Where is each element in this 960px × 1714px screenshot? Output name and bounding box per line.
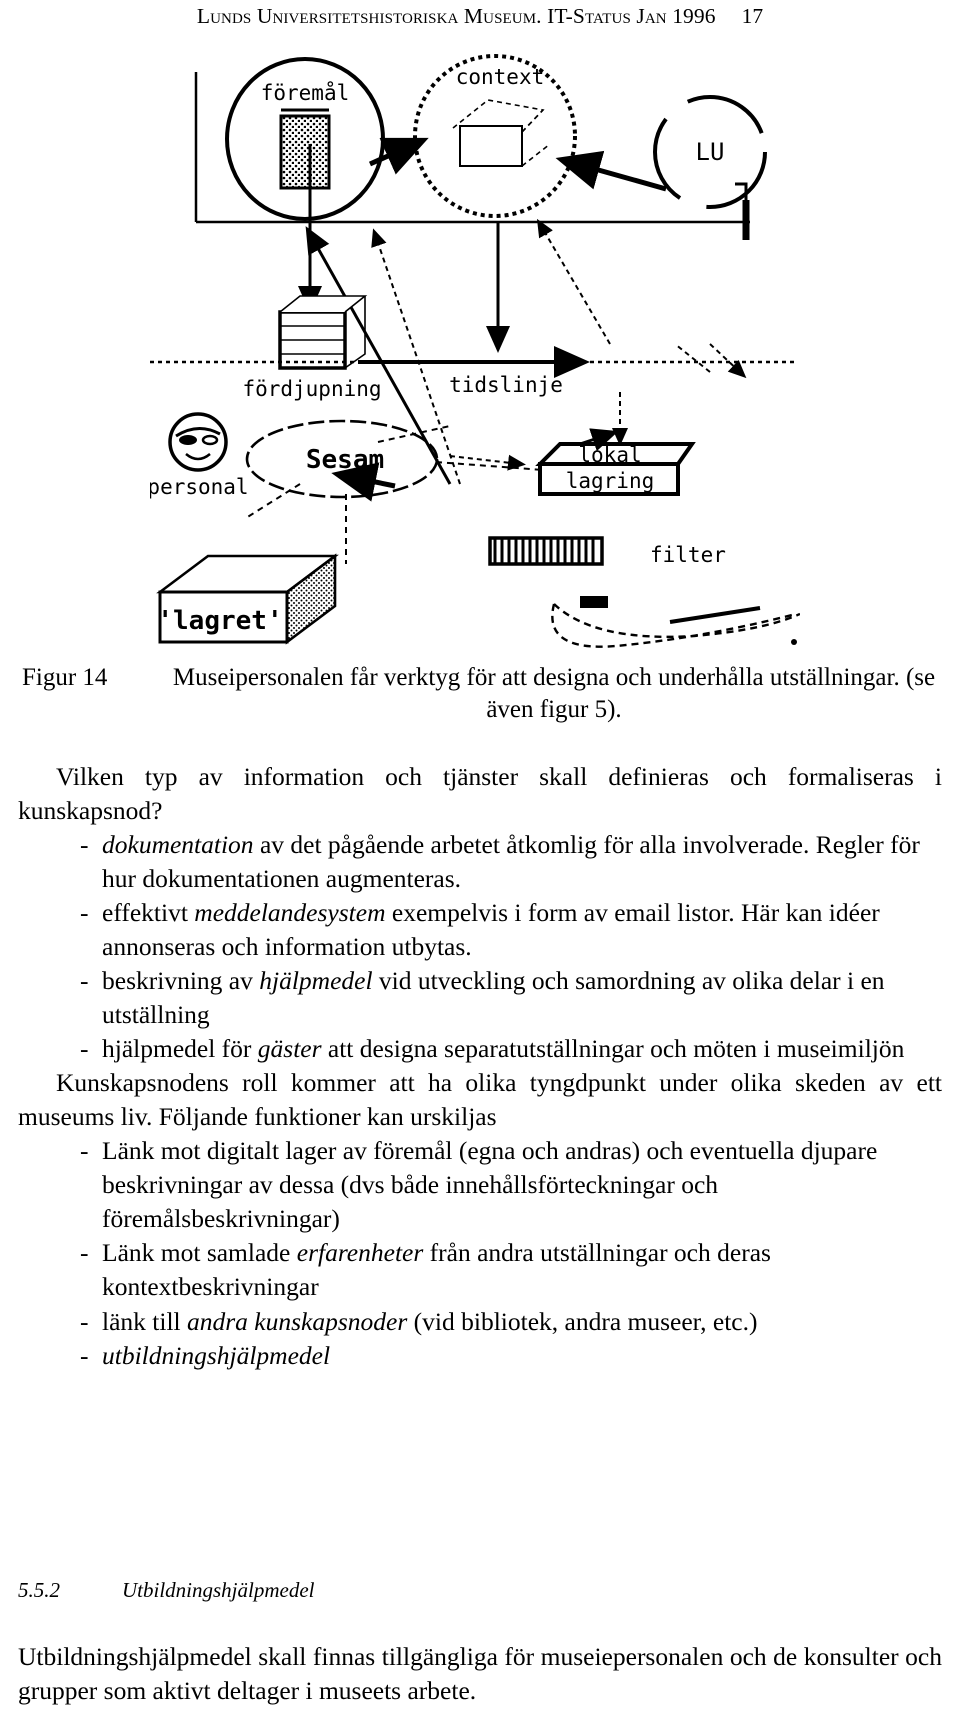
context-node: context — [413, 54, 577, 218]
pointer-swoosh — [551, 596, 800, 648]
bullet-emphasis: gäster — [257, 1034, 322, 1064]
section-number: 5.5.2 — [18, 1578, 60, 1602]
tidslinje-label: tidslinje — [449, 373, 563, 397]
list-item: beskrivning av hjälpmedel vid utveckling… — [18, 964, 942, 1032]
list-item: hjälpmedel för gäster att designa separa… — [18, 1032, 942, 1066]
lu-node: LU — [653, 95, 767, 209]
list-item: Länk mot digitalt lager av föremål (egna… — [18, 1134, 942, 1236]
bullet-prefix: Länk mot samlade — [102, 1238, 297, 1268]
body-text: Vilken typ av information och tjänster s… — [18, 760, 942, 1373]
section-title: Utbildningshjälpmedel — [122, 1578, 315, 1602]
filter-node: filter — [488, 536, 726, 567]
bullet-emphasis: hjälpmedel — [259, 966, 373, 996]
bullet-prefix: effektivt — [102, 898, 195, 928]
section-heading: 5.5.2 Utbildningshjälpmedel — [18, 1578, 942, 1603]
tidslinje-node: tidslinje — [150, 222, 798, 397]
personal-node: personal — [150, 412, 249, 499]
bullet-rest: (vid bibliotek, andra museer, etc.) — [407, 1306, 758, 1336]
list-item: dokumentation av det pågående arbetet åt… — [18, 828, 942, 896]
bullet-emphasis: utbildningshjälpmedel — [102, 1340, 331, 1370]
sesam-label: Sesam — [306, 445, 384, 475]
intro-paragraph: Vilken typ av information och tjänster s… — [18, 762, 942, 826]
bullet-emphasis: meddelandesystem — [194, 898, 386, 928]
bullet-prefix: beskrivning av — [102, 966, 260, 996]
lagring-label: lagring — [566, 469, 655, 493]
header-inner: Lunds Universitetshistoriska Museum. IT-… — [196, 4, 764, 28]
page-header: Lunds Universitetshistoriska Museum. IT-… — [0, 4, 960, 40]
bullet-list-first: dokumentation av det pågående arbetet åt… — [18, 828, 942, 1066]
lokal-label: lokal — [578, 443, 641, 467]
bullet-rest: att designa separatutställningar och möt… — [321, 1034, 905, 1064]
foremal-node: föremål — [225, 57, 385, 221]
bullet-prefix: länk till — [102, 1306, 187, 1336]
lu-label: LU — [696, 138, 725, 166]
middle-paragraph: Kunskapsnodens roll kommer att ha olika … — [18, 1068, 942, 1132]
filter-label: filter — [650, 543, 726, 567]
bullet-emphasis: dokumentation — [102, 830, 254, 860]
lagret-label: 'lagret' — [157, 606, 282, 636]
figure-14-diagram: föremål context LU fördjupning tidslinje… — [150, 44, 800, 654]
bullet-emphasis: erfarenheter — [296, 1238, 424, 1268]
page-title: Lunds Universitetshistoriska Museum. IT-… — [196, 4, 716, 28]
page-number: 17 — [741, 4, 764, 28]
list-item: effektivt meddelandesystem exempelvis i … — [18, 896, 942, 964]
bullet-prefix: Länk mot digitalt lager av föremål (egna… — [102, 1136, 878, 1234]
foremal-label: föremål — [261, 80, 350, 105]
closing-paragraph: Utbildningshjälpmedel skall finnas tillg… — [18, 1642, 942, 1706]
lokal-lagring-node: lokal lagring — [449, 343, 747, 496]
list-item: Länk mot samlade erfarenheter från andra… — [18, 1236, 942, 1304]
lagret-node: 'lagret' — [156, 553, 339, 645]
caption-text: Museipersonalen får verktyg för att desi… — [172, 664, 936, 723]
fordjupning-label: fördjupning — [242, 377, 381, 401]
diagram-arrows-top — [305, 137, 748, 485]
list-item: utbildningshjälpmedel — [18, 1339, 942, 1373]
caption-number: Figur 14 — [22, 664, 108, 691]
personal-label: personal — [150, 475, 249, 499]
list-item: länk till andra kunskapsnoder (vid bibli… — [18, 1305, 942, 1339]
diagram-canvas: föremål context LU fördjupning tidslinje… — [150, 54, 800, 648]
bullet-emphasis: andra kunskapsnoder — [187, 1306, 408, 1336]
caption-row: Figur 14 Museipersonalen får verktyg för… — [22, 662, 938, 726]
bullet-list-second: Länk mot digitalt lager av föremål (egna… — [18, 1134, 942, 1372]
bullet-prefix: hjälpmedel för — [102, 1034, 258, 1064]
figure-caption: Figur 14 Museipersonalen får verktyg för… — [22, 662, 938, 726]
context-label: context — [456, 65, 545, 89]
